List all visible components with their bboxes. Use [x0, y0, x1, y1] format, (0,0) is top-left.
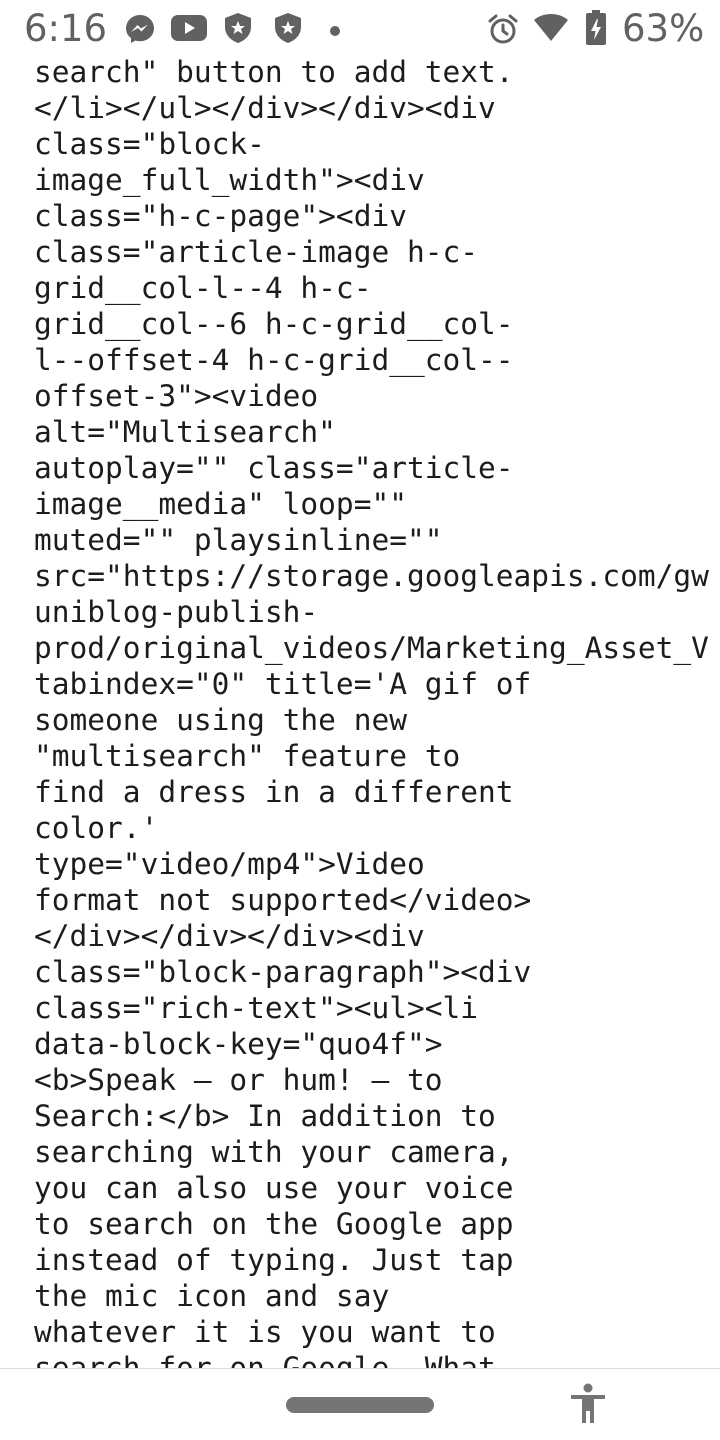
wifi-icon — [533, 12, 569, 46]
alarm-icon — [486, 12, 520, 50]
text-line: grid__col-l--4 h-c- — [34, 271, 372, 305]
text-line: data-block-key="quo4f"> — [34, 1027, 443, 1061]
text-line: you can also use your voice — [34, 1171, 514, 1205]
status-bar: 6:16 63% — [0, 0, 720, 58]
text-line: uniblog-publish- — [34, 595, 319, 629]
text-line: color.' — [34, 811, 159, 845]
text-line: class="block- — [34, 127, 265, 161]
text-line: searching with your camera, — [34, 1135, 514, 1169]
youtube-icon — [171, 14, 207, 46]
text-line: class="article-image h-c- — [34, 235, 479, 269]
messenger-icon — [124, 13, 156, 49]
text-line: grid__col--6 h-c-grid__col- — [34, 307, 514, 341]
dot-icon — [329, 22, 341, 41]
text-line: to search on the Google app — [34, 1207, 514, 1241]
shield-icon — [223, 12, 253, 48]
text-line: instead of typing. Just tap — [34, 1243, 514, 1277]
text-line: tabindex="0" title='A gif of — [34, 667, 532, 701]
text-line: <b>Speak – or hum! – to — [34, 1063, 443, 1097]
text-line: autoplay="" class="article- — [34, 451, 514, 485]
text-line: image_full_width"><div — [34, 163, 425, 197]
battery-percent: 63% — [622, 7, 705, 50]
home-pill[interactable] — [286, 1397, 434, 1413]
page-source-text[interactable]: search" button to add text. </li></ul></… — [0, 0, 720, 1368]
text-line: the mic icon and say — [34, 1279, 390, 1313]
text-line: whatever it is you want to — [34, 1315, 496, 1349]
status-time: 6:16 — [24, 7, 108, 50]
text-line: offset-3"><video — [34, 379, 319, 413]
text-line: class="rich-text"><ul><li — [34, 991, 479, 1025]
shield-icon — [273, 12, 303, 48]
text-line: </div></div></div><div — [34, 919, 425, 953]
text-line: muted="" playsinline="" — [34, 523, 443, 557]
battery-icon — [585, 10, 607, 50]
text-line: image__media" loop="" — [34, 487, 407, 521]
text-line: find a dress in a different — [34, 775, 514, 809]
accessibility-icon[interactable] — [569, 1383, 607, 1429]
text-line: alt="Multisearch" — [34, 415, 336, 449]
text-line: search" button to add text. — [34, 55, 514, 89]
text-line: class="block-paragraph"><div — [34, 955, 532, 989]
navigation-bar — [0, 1368, 720, 1440]
text-line: someone using the new — [34, 703, 407, 737]
text-line: prod/original_videos/Marketing_Asset_V — [34, 631, 709, 665]
text-line: src="https://storage.googleapis.com/gw — [34, 559, 709, 593]
text-line: l--offset-4 h-c-grid__col-- — [34, 343, 514, 377]
text-line: "multisearch" feature to — [34, 739, 461, 773]
text-line: search for on Google. What — [34, 1351, 496, 1368]
text-line: format not supported</video> — [34, 883, 532, 917]
text-line: </li></ul></div></div><div — [34, 91, 496, 125]
text-line: Search:</b> In addition to — [34, 1099, 496, 1133]
text-line: class="h-c-page"><div — [34, 199, 407, 233]
text-line: type="video/mp4">Video — [34, 847, 425, 881]
